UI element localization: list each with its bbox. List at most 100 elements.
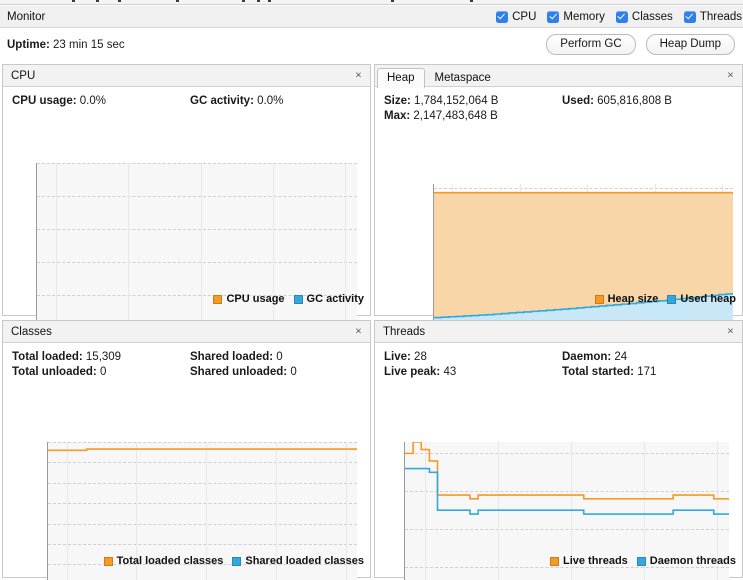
classes-line-total-loaded-classes bbox=[48, 448, 357, 452]
monitor-title: Monitor bbox=[7, 10, 46, 23]
panel-classes-header: Classes × bbox=[3, 321, 370, 343]
threads-line-daemon-threads bbox=[405, 467, 729, 515]
close-icon[interactable]: × bbox=[352, 325, 365, 338]
panel-cpu-header: CPU × bbox=[3, 65, 370, 87]
legend-swatch-icon bbox=[293, 294, 303, 304]
checkbox-threads-label: Threads bbox=[699, 10, 742, 23]
checkbox-memory[interactable]: Memory bbox=[547, 10, 605, 23]
memory-legend-item[interactable]: Used heap bbox=[667, 293, 736, 305]
classes-legend-item[interactable]: Total loaded classes bbox=[103, 555, 224, 567]
shared-unloaded-value: 0 bbox=[290, 366, 297, 378]
legend-swatch-icon bbox=[594, 294, 604, 304]
close-icon[interactable]: × bbox=[724, 69, 737, 82]
total-unloaded-stat: Total unloaded: 0 bbox=[12, 365, 190, 380]
monitor-toggles: CPU Memory Classes Threads bbox=[496, 10, 743, 23]
legend-swatch-icon bbox=[232, 556, 242, 566]
classes-legend-label: Total loaded classes bbox=[116, 555, 224, 567]
threads-stats: Live: 28 Daemon: 24 Live peak: 43 Total … bbox=[375, 343, 742, 383]
total-started-stat: Total started: 171 bbox=[562, 365, 740, 380]
checkmark-icon[interactable] bbox=[615, 10, 628, 23]
memory-legend-label: Used heap bbox=[680, 293, 736, 305]
cpu-legend-label: GC activity bbox=[306, 293, 364, 305]
legend-swatch-icon bbox=[213, 294, 223, 304]
live-peak-value: 43 bbox=[443, 366, 457, 378]
checkmark-icon[interactable] bbox=[547, 10, 560, 23]
heap-used-label: Used: bbox=[562, 95, 594, 107]
checkmark-icon[interactable] bbox=[496, 10, 509, 23]
checkmark-icon[interactable] bbox=[683, 10, 696, 23]
cpu-legend-item[interactable]: GC activity bbox=[293, 293, 364, 305]
uptime-row: Uptime: 23 min 15 sec Perform GC Heap Du… bbox=[0, 28, 743, 61]
live-label: Live: bbox=[384, 351, 411, 363]
close-icon[interactable]: × bbox=[352, 69, 365, 82]
shared-unloaded-stat: Shared unloaded: 0 bbox=[190, 365, 368, 380]
daemon-threads-stat: Daemon: 24 bbox=[562, 350, 740, 365]
panel-memory: Heap Metaspace × Size: 1,784,152,064 B U… bbox=[374, 64, 743, 343]
live-peak-label: Live peak: bbox=[384, 366, 441, 378]
daemon-label: Daemon: bbox=[562, 351, 612, 363]
threads-legend-item[interactable]: Live threads bbox=[549, 555, 628, 567]
panel-classes: Classes × Total loaded: 15,309 Shared lo… bbox=[2, 320, 371, 580]
classes-stats: Total loaded: 15,309 Shared loaded: 0 To… bbox=[3, 343, 370, 383]
panel-threads-header: Threads × bbox=[375, 321, 742, 343]
shared-loaded-label: Shared loaded: bbox=[190, 351, 274, 363]
cpu-legend-label: CPU usage bbox=[226, 293, 285, 305]
perform-gc-button[interactable]: Perform GC bbox=[546, 34, 636, 55]
uptime-text: Uptime: 23 min 15 sec bbox=[7, 39, 125, 51]
heap-max-label: Max: bbox=[384, 110, 411, 122]
cpu-legend: CPU usage GC activity bbox=[213, 293, 364, 305]
total-unloaded-label: Total unloaded: bbox=[12, 366, 97, 378]
cpu-legend-item[interactable]: CPU usage bbox=[213, 293, 285, 305]
cpu-stats: CPU usage: 0.0% GC activity: 0.0% bbox=[3, 87, 370, 112]
monitor-header-bar: Monitor CPU Memory Classes Threads bbox=[0, 6, 743, 28]
panel-threads: Threads × Live: 28 Daemon: 24 Live peak:… bbox=[374, 320, 743, 580]
gc-activity-stat: GC activity: 0.0% bbox=[190, 94, 368, 109]
gc-activity-value: 0.0% bbox=[257, 95, 284, 107]
legend-swatch-icon bbox=[667, 294, 677, 304]
memory-legend-item[interactable]: Heap size bbox=[594, 293, 659, 305]
panel-memory-header: Heap Metaspace × bbox=[375, 65, 742, 88]
memory-legend: Heap size Used heap bbox=[594, 293, 736, 305]
threads-legend-label: Daemon threads bbox=[649, 555, 736, 567]
panel-classes-title: Classes bbox=[11, 325, 52, 338]
checkbox-classes[interactable]: Classes bbox=[615, 10, 673, 23]
live-value: 28 bbox=[414, 351, 427, 363]
heap-max-value: 2,147,483,648 B bbox=[413, 110, 498, 122]
checkbox-classes-label: Classes bbox=[631, 10, 673, 23]
vm-monitor-screen: Monitor CPU Memory Classes Threads Uptim… bbox=[0, 0, 743, 580]
panel-cpu: CPU × CPU usage: 0.0% GC activity: 0.0% … bbox=[2, 64, 371, 328]
threads-legend: Live threads Daemon threads bbox=[549, 555, 736, 567]
live-threads-stat: Live: 28 bbox=[384, 350, 562, 365]
checkbox-threads[interactable]: Threads bbox=[683, 10, 742, 23]
heap-used-value: 605,816,808 B bbox=[597, 95, 672, 107]
total-started-label: Total started: bbox=[562, 366, 634, 378]
threads-legend-item[interactable]: Daemon threads bbox=[636, 555, 736, 567]
shared-unloaded-label: Shared unloaded: bbox=[190, 366, 288, 378]
cpu-usage-label: CPU usage: bbox=[12, 95, 77, 107]
panel-cpu-title: CPU bbox=[11, 69, 36, 82]
classes-legend-item[interactable]: Shared loaded classes bbox=[232, 555, 364, 567]
checkbox-cpu[interactable]: CPU bbox=[496, 10, 537, 23]
memory-tabs: Heap Metaspace bbox=[377, 65, 501, 88]
total-started-value: 171 bbox=[637, 366, 657, 378]
shared-loaded-stat: Shared loaded: 0 bbox=[190, 350, 368, 365]
close-icon[interactable]: × bbox=[724, 325, 737, 338]
legend-swatch-icon bbox=[103, 556, 113, 566]
uptime-value: 23 min 15 sec bbox=[53, 38, 125, 51]
threads-line-live-threads bbox=[405, 442, 729, 500]
memory-stats: Size: 1,784,152,064 B Used: 605,816,808 … bbox=[375, 87, 742, 127]
tab-metaspace[interactable]: Metaspace bbox=[425, 68, 501, 87]
checkbox-cpu-label: CPU bbox=[512, 10, 537, 23]
gc-activity-label: GC activity: bbox=[190, 95, 254, 107]
memory-legend-label: Heap size bbox=[607, 293, 659, 305]
total-unloaded-value: 0 bbox=[99, 366, 107, 378]
heap-max-stat: Max: 2,147,483,648 B bbox=[384, 109, 562, 124]
threads-legend-label: Live threads bbox=[562, 555, 628, 567]
heap-used-stat: Used: 605,816,808 B bbox=[562, 94, 740, 109]
heap-size-stat: Size: 1,784,152,064 B bbox=[384, 94, 562, 109]
tab-heap[interactable]: Heap bbox=[377, 67, 425, 88]
live-peak-stat: Live peak: 43 bbox=[384, 365, 562, 380]
heap-dump-button[interactable]: Heap Dump bbox=[645, 34, 735, 55]
daemon-value: 24 bbox=[614, 351, 628, 363]
classes-legend-label: Shared loaded classes bbox=[245, 555, 364, 567]
